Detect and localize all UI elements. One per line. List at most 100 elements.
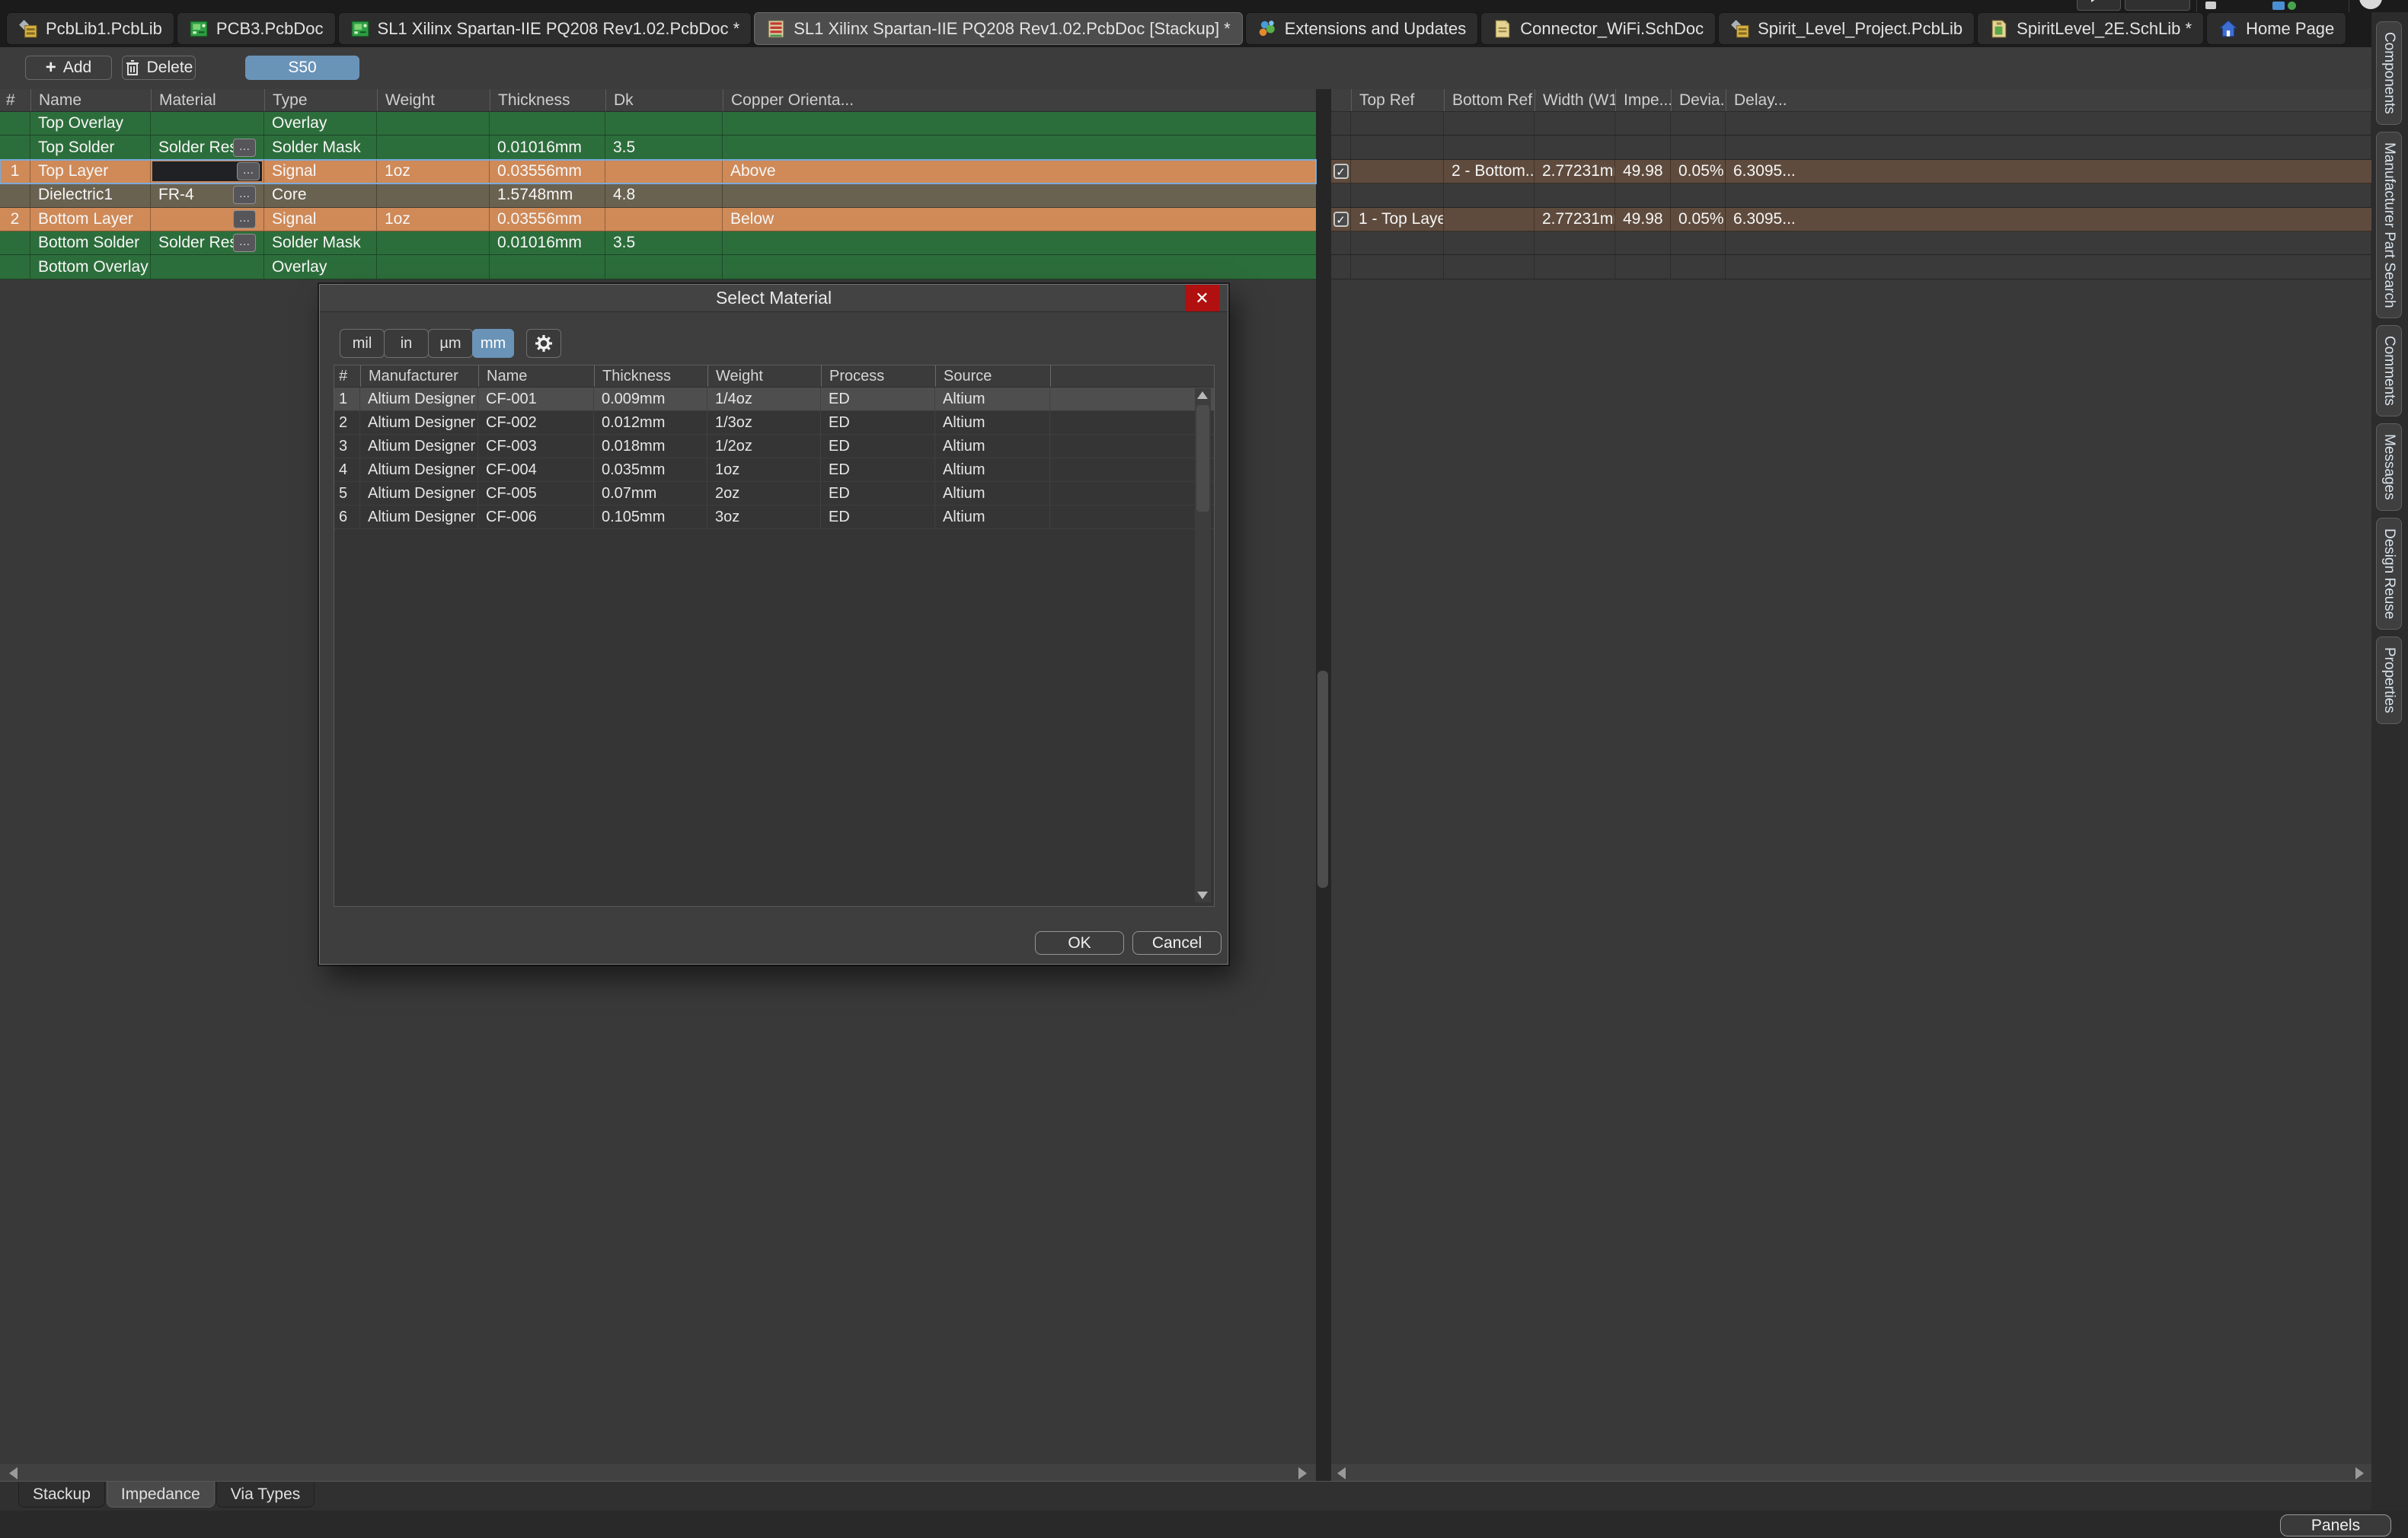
cell-name: Bottom Solder xyxy=(30,231,151,254)
row-top-solder[interactable]: Top Solder Solder Resist… Solder Mask 0.… xyxy=(0,136,1316,159)
row-bottom-overlay[interactable]: Bottom Overlay Overlay xyxy=(0,255,1316,279)
tab-sl1-stackup[interactable]: SL1 Xilinx Spartan-IIE PQ208 Rev1.02.Pcb… xyxy=(754,12,1243,45)
material-row-cf002[interactable]: 2 Altium Designer CF-002 0.012mm 1/3oz E… xyxy=(334,411,1214,435)
unit-mil-button[interactable]: mil xyxy=(340,329,385,358)
run-button[interactable] xyxy=(2077,0,2121,11)
tab-connector-wifi[interactable]: Connector_WiFi.SchDoc xyxy=(1480,12,1716,45)
cell-type: Solder Mask xyxy=(264,231,377,254)
tab-home-page[interactable]: Home Page xyxy=(2206,12,2346,45)
window-icon[interactable] xyxy=(2205,2,2216,9)
cell-dk: 4.8 xyxy=(605,183,723,206)
tab-label: Connector_WiFi.SchDoc xyxy=(1520,19,1704,39)
row-dielectric1[interactable]: Dielectric1 FR-4… Core 1.5748mm 4.8 xyxy=(0,183,1316,207)
cell-copper xyxy=(723,112,1316,135)
dialog-title-bar[interactable]: Select Material ✕ xyxy=(320,285,1228,312)
row-top-layer-selected[interactable]: 1 Top Layer … Signal 1oz 0.03556mm Above xyxy=(0,160,1316,183)
tab-label: SL1 Xilinx Spartan-IIE PQ208 Rev1.02.Pcb… xyxy=(794,19,1231,39)
settings-button[interactable] xyxy=(526,329,561,358)
cell-weight xyxy=(377,112,490,135)
panels-button[interactable]: Panels xyxy=(2280,1514,2391,1536)
cell-name: Top Solder xyxy=(30,136,151,158)
cancel-button[interactable]: Cancel xyxy=(1132,931,1222,955)
add-button[interactable]: + Add xyxy=(25,56,112,80)
select-material-dialog: Select Material ✕ mil in µm mm xyxy=(319,284,1228,965)
pcbdoc-icon xyxy=(189,19,209,39)
cell-deviation: 0.05% xyxy=(1671,208,1726,231)
tab-spiritlevel-schlib[interactable]: SpiritLevel_2E.SchLib * xyxy=(1977,12,2204,45)
unit-in-button[interactable]: in xyxy=(384,329,429,358)
col-enabled xyxy=(1331,89,1351,111)
material-browse-button[interactable]: … xyxy=(237,162,260,180)
sidetab-messages[interactable]: Messages xyxy=(2376,423,2402,511)
enabled-checkbox[interactable]: ✓ xyxy=(1333,164,1349,179)
impedance-row-empty xyxy=(1331,183,2371,207)
sidetab-comments[interactable]: Comments xyxy=(2376,325,2402,416)
row-bottom-layer[interactable]: 2 Bottom Layer … Signal 1oz 0.03556mm Be… xyxy=(0,208,1316,231)
impedance-hscrollbar[interactable] xyxy=(1331,1464,2371,1481)
material-row-cf001-selected[interactable]: 1 Altium Designer CF-001 0.009mm 1/4oz E… xyxy=(334,388,1214,411)
tab-extensions[interactable]: Extensions and Updates xyxy=(1245,12,1479,45)
vertical-scrollbar[interactable] xyxy=(1316,89,1331,1481)
tab-via-types[interactable]: Via Types xyxy=(216,1482,315,1508)
row-bottom-solder[interactable]: Bottom Solder Solder Resist… Solder Mask… xyxy=(0,231,1316,255)
material-row-cf006[interactable]: 6 Altium Designer CF-006 0.105mm 3oz ED … xyxy=(334,506,1214,529)
material-row-cf005[interactable]: 5 Altium Designer CF-005 0.07mm 2oz ED A… xyxy=(334,482,1214,506)
cell-weight xyxy=(377,183,490,206)
tab-sl1-pcbdoc[interactable]: SL1 Xilinx Spartan-IIE PQ208 Rev1.02.Pcb… xyxy=(338,12,752,45)
cell-copper xyxy=(723,231,1316,254)
col-width-w1: Width (W1) xyxy=(1535,89,1615,111)
cell-copper xyxy=(723,183,1316,206)
tab-impedance[interactable]: Impedance xyxy=(107,1482,215,1508)
scroll-left-arrow[interactable] xyxy=(1337,1467,1346,1479)
material-row-cf004[interactable]: 4 Altium Designer CF-004 0.035mm 1oz ED … xyxy=(334,458,1214,482)
impedance-row-bottom-layer[interactable]: ✓ 1 - Top Layer 2.77231mm 49.98 0.05% 6.… xyxy=(1331,208,2371,231)
impedance-row-top-layer[interactable]: ✓ 2 - Bottom... 2.77231mm 49.98 0.05% 6.… xyxy=(1331,160,2371,183)
material-browse-button[interactable]: … xyxy=(233,186,256,204)
material-table-scrollbar[interactable] xyxy=(1195,388,1211,902)
material-browse-button[interactable]: … xyxy=(233,139,256,157)
scroll-left-arrow[interactable] xyxy=(9,1467,18,1479)
close-button[interactable]: ✕ xyxy=(1185,285,1219,311)
unit-um-button[interactable]: µm xyxy=(428,329,473,358)
row-top-overlay[interactable]: Top Overlay Overlay xyxy=(0,112,1316,136)
material-browse-button[interactable]: … xyxy=(233,234,256,252)
scroll-right-arrow[interactable] xyxy=(2355,1467,2364,1479)
sidetab-manufacturer-part-search[interactable]: Manufacturer Part Search xyxy=(2376,132,2402,319)
tab-spirit-level-pcblib[interactable]: Spirit_Level_Project.PcbLib xyxy=(1718,12,1975,45)
user-avatar[interactable] xyxy=(2359,0,2382,9)
sidetab-components[interactable]: Components xyxy=(2376,21,2402,125)
top-toolbar-button[interactable] xyxy=(2125,0,2190,11)
tab-pcblib1[interactable]: PcbLib1.PcbLib xyxy=(6,12,174,45)
vertical-scrollbar-thumb[interactable] xyxy=(1317,671,1328,888)
enabled-checkbox[interactable]: ✓ xyxy=(1333,212,1349,227)
cell-dk: 3.5 xyxy=(605,231,723,254)
material-edit-box[interactable]: … xyxy=(152,161,262,181)
sidetab-properties[interactable]: Properties xyxy=(2376,637,2402,724)
cell-thickness: 0.03556mm xyxy=(490,160,605,183)
sidetab-design-reuse[interactable]: Design Reuse xyxy=(2376,518,2402,630)
tab-pcb3[interactable]: PCB3.PcbDoc xyxy=(177,12,336,45)
ok-button[interactable]: OK xyxy=(1035,931,1124,955)
unit-mm-button[interactable]: mm xyxy=(472,329,514,358)
material-row-cf003[interactable]: 3 Altium Designer CF-003 0.018mm 1/2oz E… xyxy=(334,435,1214,458)
sync-icon[interactable] xyxy=(2272,2,2285,10)
stackup-hscrollbar[interactable] xyxy=(0,1464,1316,1481)
scroll-up-arrow[interactable] xyxy=(1197,391,1208,399)
cell-delay: 6.3095... xyxy=(1726,160,2371,183)
scroll-right-arrow[interactable] xyxy=(1298,1467,1307,1479)
cell-type: Signal xyxy=(264,208,377,231)
tab-label: Spirit_Level_Project.PcbLib xyxy=(1758,19,1962,39)
cell-top-ref xyxy=(1351,160,1444,183)
cell-material-editing[interactable]: … xyxy=(151,160,264,183)
cell-num xyxy=(0,255,30,278)
material-browse-button[interactable]: … xyxy=(233,210,256,228)
cell-weight: 1oz xyxy=(377,208,490,231)
tab-stackup[interactable]: Stackup xyxy=(18,1482,105,1508)
impedance-profile-button[interactable]: S50 xyxy=(245,56,359,80)
delete-button[interactable]: Delete xyxy=(122,56,196,80)
scrollbar-thumb[interactable] xyxy=(1196,405,1209,512)
status-dot-icon xyxy=(2288,2,2296,10)
col-process: Process xyxy=(821,365,935,387)
scroll-down-arrow[interactable] xyxy=(1197,892,1208,899)
top-strip xyxy=(0,0,2408,12)
